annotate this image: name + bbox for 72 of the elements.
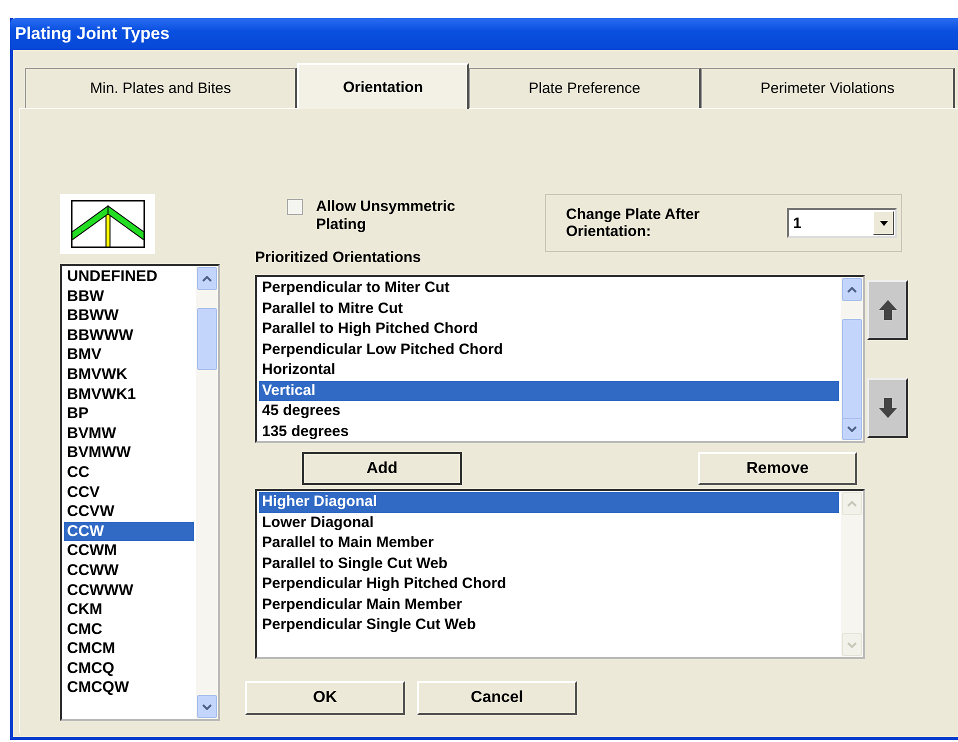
list-item[interactable]: BP — [64, 404, 194, 424]
scroll-down-button[interactable] — [197, 695, 217, 718]
scrollbar[interactable] — [841, 277, 863, 441]
tab[interactable]: Perimeter Violations — [701, 68, 955, 108]
list-item[interactable]: CC — [64, 462, 194, 483]
list-item[interactable]: CMCQW — [64, 678, 194, 698]
list-item[interactable]: BMVWK1 — [64, 384, 194, 404]
up-arrow-icon — [878, 299, 898, 321]
list-item[interactable]: CCWM — [64, 541, 194, 561]
list-item[interactable]: BVMW — [64, 424, 194, 444]
list-item[interactable]: 135 degrees — [259, 422, 839, 441]
list-item[interactable]: CCWW — [64, 560, 194, 580]
scroll-thumb[interactable] — [197, 308, 217, 370]
dropdown[interactable]: 1 — [787, 208, 897, 238]
list-item[interactable]: Higher Diagonal — [259, 492, 839, 512]
list-item[interactable]: Parallel to Single Cut Web — [259, 554, 839, 574]
list-item[interactable]: BVMWW — [64, 443, 194, 463]
scroll-up-button[interactable] — [197, 267, 217, 290]
list-item[interactable]: CMCM — [64, 639, 194, 659]
tab[interactable]: Plate Preference — [469, 68, 701, 108]
list-item[interactable]: Parallel to High Pitched Chord — [259, 319, 839, 340]
list-item[interactable]: Perpendicular Low Pitched Chord — [259, 340, 839, 360]
down-arrow-icon — [878, 397, 898, 419]
orientation-list[interactable]: Higher Diagonal Lower Diagonal Parallel to Main Member Parallel to Single Cut Web Perpendicular High Pitched Chord Perpendicular Main Member Perpendicular Single Cut Web — [255, 489, 865, 659]
list-item[interactable]: Parallel to Mitre Cut — [259, 298, 839, 319]
move-down-button[interactable] — [867, 378, 908, 438]
chevron-up-icon — [847, 500, 857, 506]
list-item[interactable]: CMCQ — [64, 658, 194, 678]
list-item[interactable]: Horizontal — [259, 360, 839, 380]
list-item[interactable]: CMC — [64, 620, 194, 640]
tab[interactable]: Orientation — [297, 63, 469, 109]
list-item[interactable]: BBWWW — [64, 326, 194, 346]
add-button[interactable]: Add — [302, 452, 462, 485]
list-item[interactable]: 45 degrees — [259, 401, 839, 422]
tab[interactable]: Min. Plates and Bites — [25, 68, 297, 108]
list-item[interactable]: Perpendicular High Pitched Chord — [259, 574, 839, 594]
joint-type-list[interactable]: UNDEFINED BBW BBWW BBWWW BMV BMVWK BMVWK1 BP BVMW BVMWW CC CCV CCVW CCW CCWM CCWW CCWWW CKM CMC CMCM CMCQ CMCQW — [60, 264, 220, 721]
move-up-button[interactable] — [867, 280, 908, 340]
chevron-down-icon — [847, 426, 857, 432]
list-item[interactable]: CKM — [64, 600, 194, 620]
list-item[interactable]: BMV — [64, 345, 194, 365]
list-item[interactable]: CCVW — [64, 502, 194, 522]
chevron-up-icon — [202, 276, 212, 282]
cancel-button[interactable]: Cancel — [417, 681, 577, 715]
list-item[interactable]: BBWW — [64, 306, 194, 326]
list-item[interactable]: Parallel to Main Member — [259, 533, 839, 554]
list-item[interactable]: BMVWK — [64, 364, 194, 385]
list-item[interactable]: Perpendicular Main Member — [259, 594, 839, 615]
list-item[interactable]: Perpendicular Single Cut Web — [259, 615, 839, 636]
chevron-down-icon — [202, 704, 212, 710]
scrollbar[interactable] — [196, 266, 218, 719]
list-label: Prioritized Orientations — [255, 249, 422, 268]
remove-button[interactable]: Remove — [698, 452, 857, 485]
chevron-down-icon — [847, 642, 857, 648]
chevron-up-icon — [847, 286, 857, 292]
ok-button[interactable]: OK — [245, 681, 405, 715]
list-item[interactable]: Perpendicular to Miter Cut — [259, 278, 839, 298]
list-item[interactable]: CCW — [64, 522, 194, 542]
prioritized-list[interactable]: Perpendicular to Miter Cut Parallel to Mitre Cut Parallel to High Pitched Chord Perpendicular Low Pitched Chord Horizontal Vertical 45 degrees 135 degrees — [255, 275, 865, 443]
checkbox[interactable] — [287, 199, 303, 215]
list-item[interactable]: Vertical — [259, 380, 839, 401]
scroll-up-button[interactable] — [842, 278, 862, 301]
list-item[interactable]: BBW — [64, 286, 194, 306]
list-item[interactable]: CCV — [64, 482, 194, 502]
scroll-thumb[interactable] — [842, 319, 862, 419]
list-item[interactable]: CCWWW — [64, 580, 194, 600]
list-item[interactable]: Lower Diagonal — [259, 512, 839, 533]
scroll-down-button[interactable] — [842, 417, 862, 440]
field-label: Change Plate After Orientation: — [566, 206, 701, 240]
checkbox-label[interactable]: Allow Unsymmetric Plating — [316, 198, 496, 234]
list-item[interactable]: UNDEFINED — [64, 267, 194, 287]
window-title: Plating Joint Types — [15, 24, 170, 44]
